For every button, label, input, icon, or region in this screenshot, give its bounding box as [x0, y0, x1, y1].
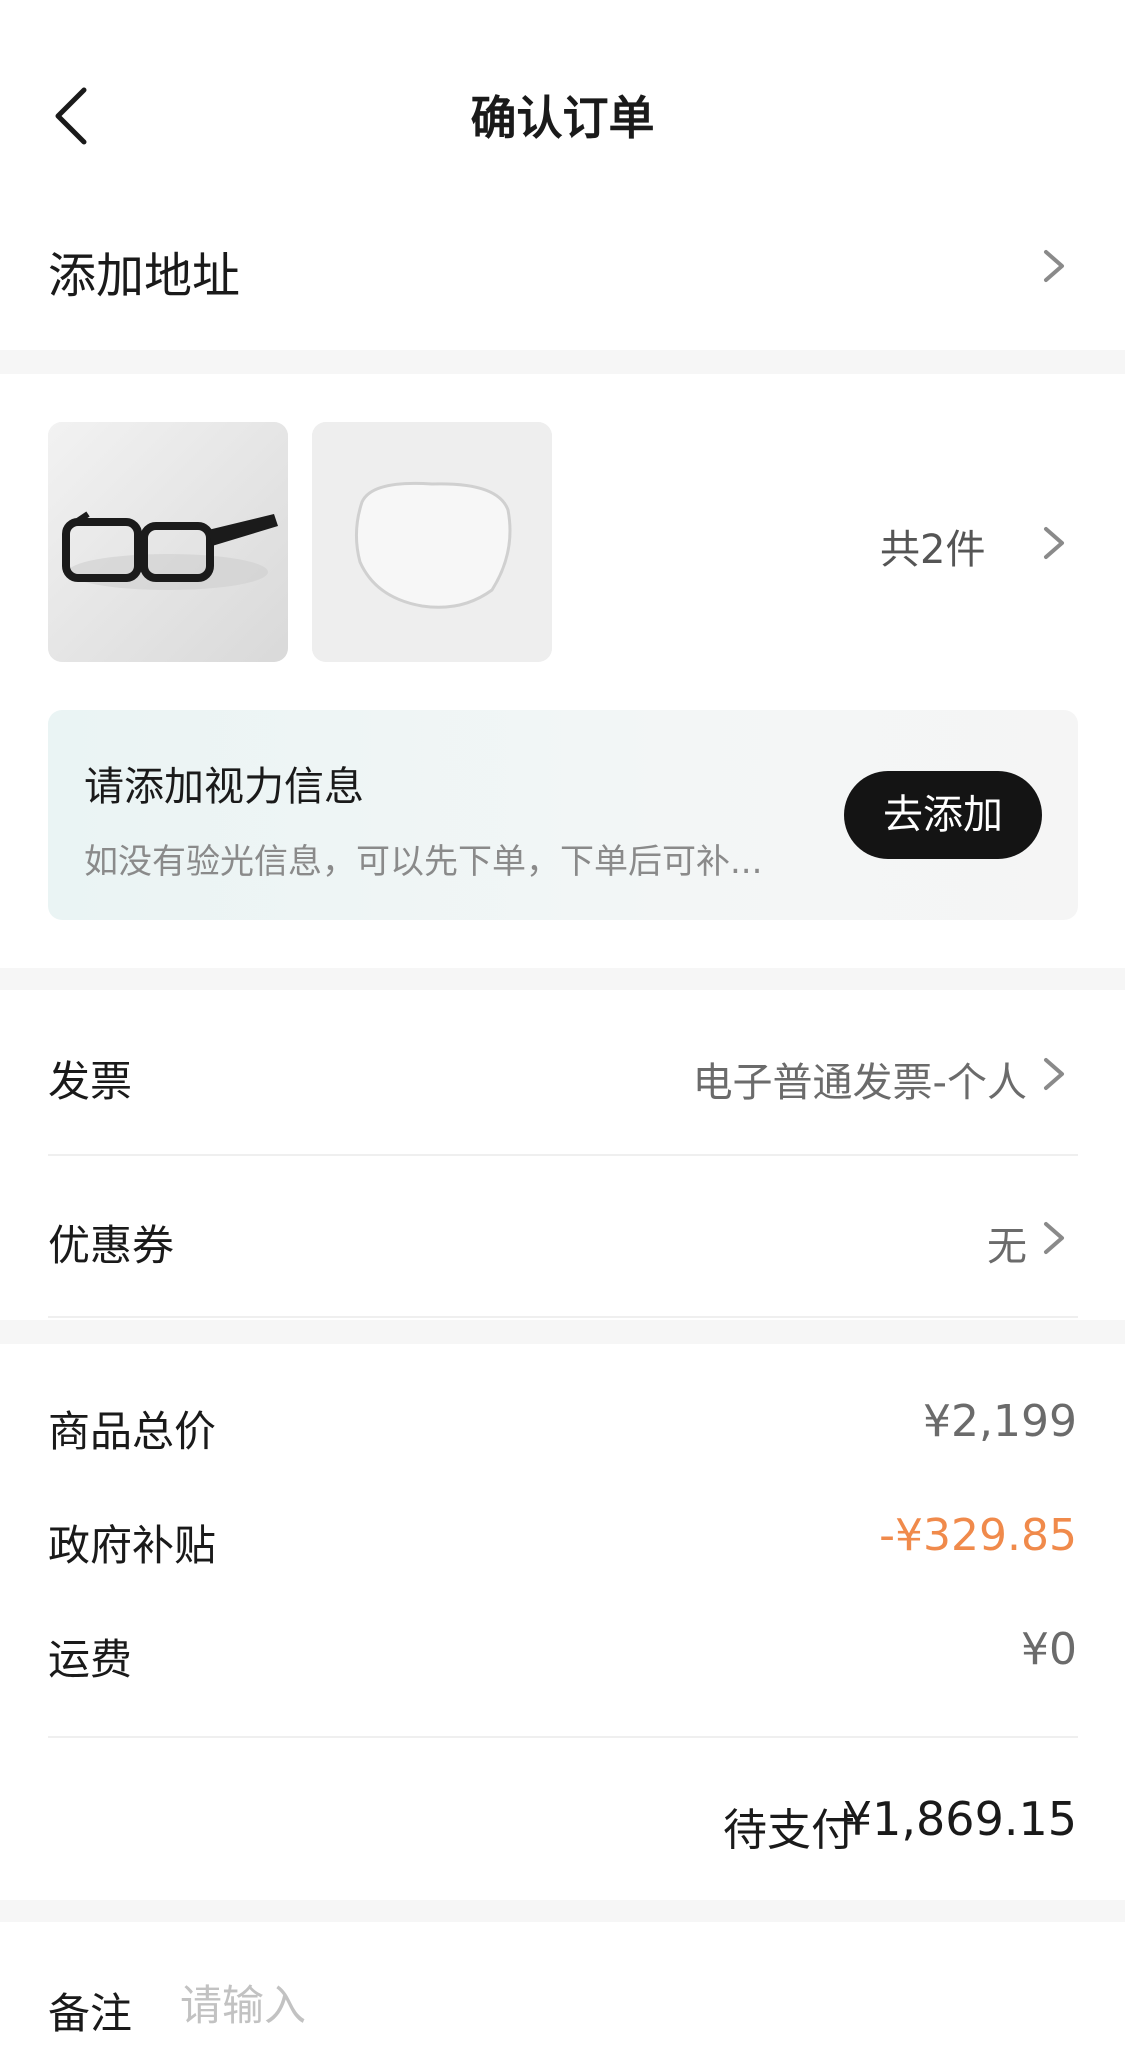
goods-total-value: ¥2,199: [923, 1396, 1077, 1447]
subsidy-value: -¥329.85: [879, 1510, 1077, 1561]
glasses-image: [48, 422, 288, 662]
note-label: 备注: [48, 1989, 133, 2038]
coupon-value: 无: [987, 1224, 1027, 1270]
add-address-label: 添加地址: [48, 248, 241, 304]
lens-image: [312, 422, 552, 662]
subsidy-label: 政府补贴: [48, 1521, 217, 1570]
goods-total-label: 商品总价: [48, 1407, 217, 1456]
shipping-value: ¥0: [1021, 1624, 1077, 1675]
section-gap: [0, 1320, 1125, 1344]
page-title: 确认订单: [470, 91, 655, 145]
section-gap: [0, 968, 1125, 990]
chevron-right-icon: [1032, 1052, 1076, 1096]
chevron-right-icon: [1032, 1216, 1076, 1260]
coupon-label: 优惠券: [48, 1221, 175, 1270]
chevron-right-icon: [1032, 521, 1076, 565]
section-gap: [0, 350, 1125, 374]
amount-due-label: 待支付: [723, 1805, 855, 1856]
shipping-label: 运费: [48, 1635, 133, 1684]
add-vision-button[interactable]: 去添加: [844, 771, 1042, 859]
section-gap: [0, 1900, 1125, 1922]
note-input[interactable]: [180, 1970, 1060, 2040]
invoice-value: 电子普通发票-个人: [692, 1060, 1027, 1106]
vision-info-description: 如没有验光信息，可以先下单，下单后可补...: [84, 842, 763, 882]
amount-due-value: ¥1,869.15: [842, 1792, 1077, 1846]
invoice-label: 发票: [48, 1057, 133, 1106]
chevron-right-icon: [1032, 244, 1076, 288]
vision-info-title: 请添加视力信息: [84, 764, 364, 810]
divider: [48, 1316, 1078, 1318]
divider: [48, 1736, 1078, 1738]
item-count: 共2件: [880, 527, 986, 573]
